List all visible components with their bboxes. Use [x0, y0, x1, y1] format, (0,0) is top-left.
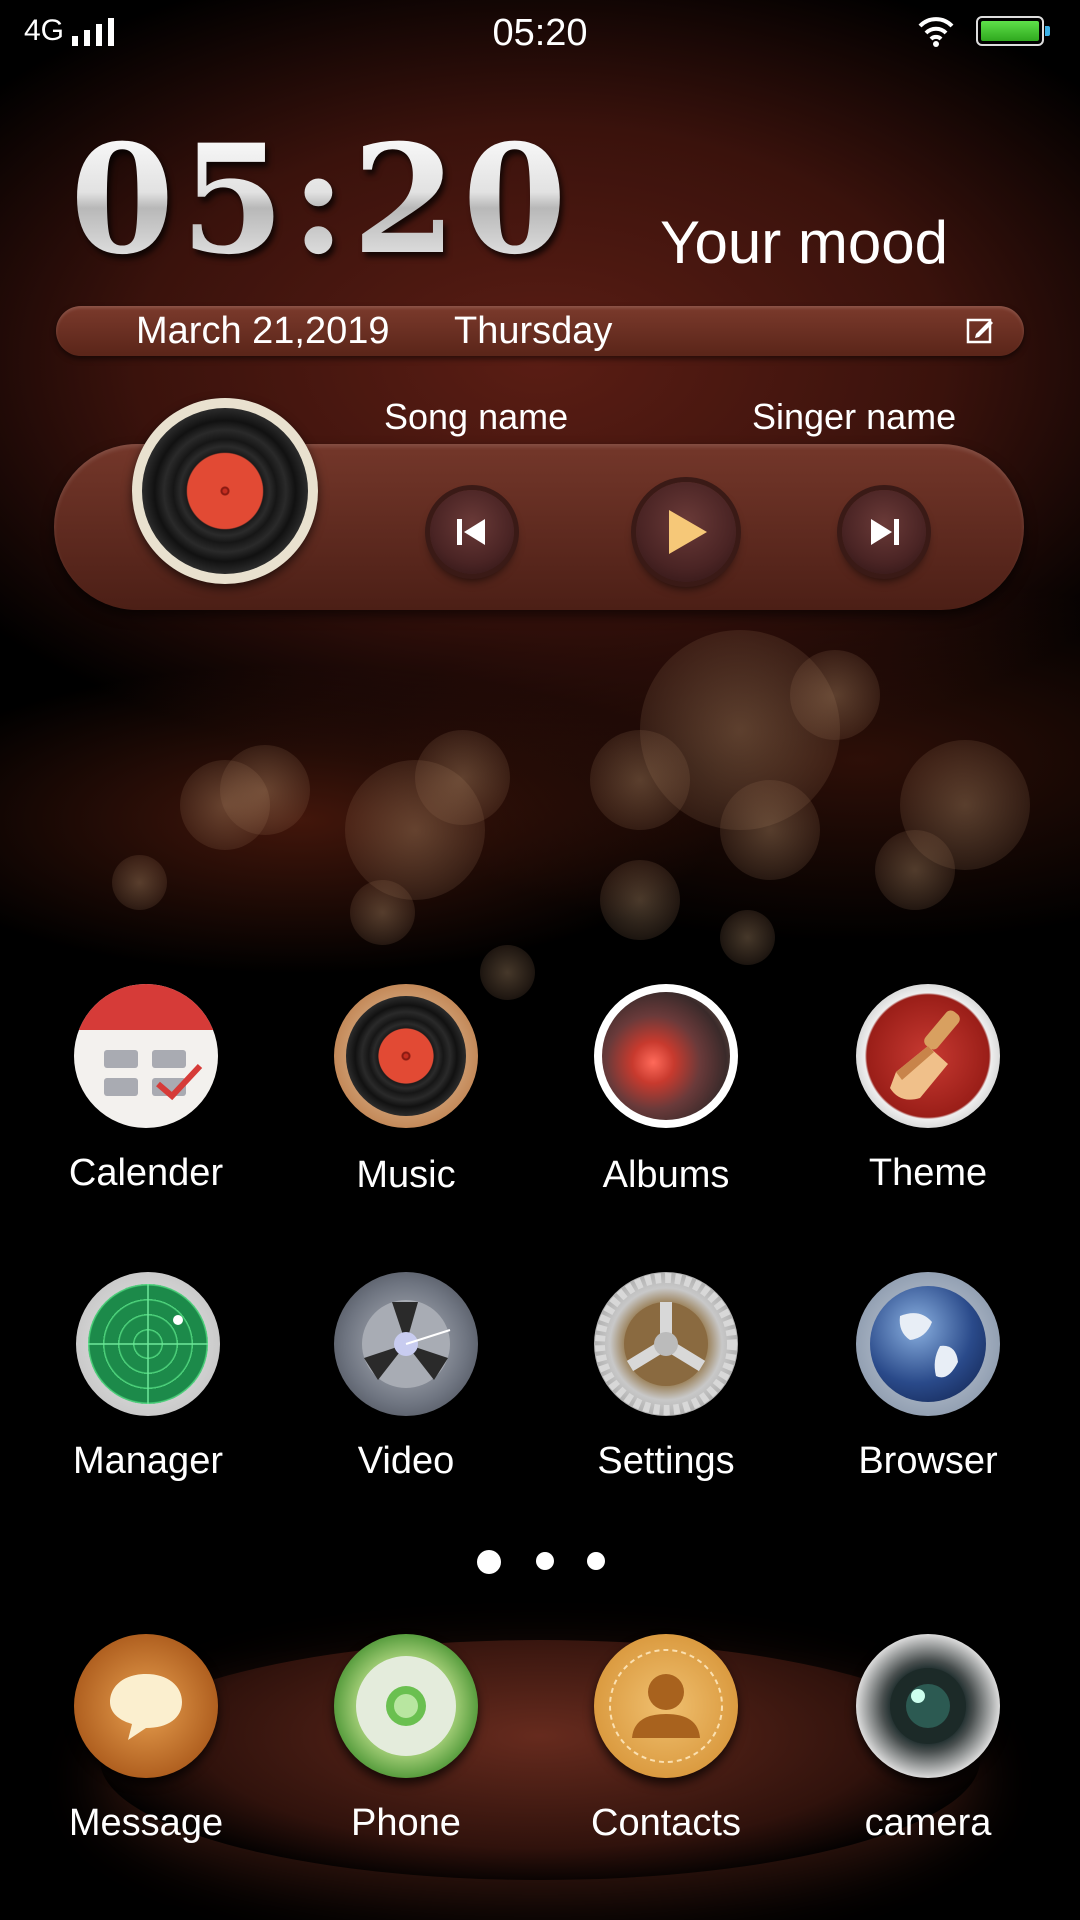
page-indicator[interactable]	[0, 1550, 1080, 1582]
bokeh-light	[415, 730, 510, 825]
app-calender[interactable]: Calender	[36, 984, 256, 1195]
app-browser[interactable]: Browser	[818, 1272, 1038, 1483]
song-name: Song name	[384, 396, 569, 437]
vinyl-record-icon[interactable]	[132, 398, 318, 584]
app-label: Music	[356, 1154, 456, 1196]
previous-track-button[interactable]	[430, 490, 514, 574]
app-label: Calender	[68, 1152, 224, 1194]
app-label: Theme	[868, 1152, 988, 1194]
person-icon	[594, 1634, 738, 1778]
app-message[interactable]: Message	[36, 1634, 256, 1845]
app-label: Manager	[73, 1440, 223, 1482]
app-phone[interactable]: Phone	[296, 1634, 516, 1845]
wallpaper	[0, 0, 1080, 1920]
bokeh-light	[720, 910, 775, 965]
app-camera[interactable]: camera	[818, 1634, 1038, 1845]
skip-forward-icon	[871, 519, 899, 545]
paintbrush-icon	[856, 984, 1000, 1128]
app-theme[interactable]: Theme	[818, 984, 1038, 1195]
bokeh-light	[790, 650, 880, 740]
date-text: March 21,2019	[136, 310, 390, 352]
app-label: Message	[68, 1802, 224, 1844]
page-dot[interactable]	[536, 1552, 554, 1570]
gear-icon	[594, 1272, 738, 1416]
music-icon	[334, 984, 478, 1128]
page-dot-active[interactable]	[477, 1550, 501, 1574]
clock-widget-time[interactable]: 05:20	[70, 120, 573, 280]
edit-icon[interactable]	[966, 316, 994, 344]
app-contacts[interactable]: Contacts	[556, 1634, 776, 1845]
page-dot[interactable]	[587, 1552, 605, 1570]
app-label: Browser	[858, 1440, 998, 1482]
mood-text[interactable]: Your mood	[660, 208, 948, 277]
play-button[interactable]	[636, 482, 736, 582]
date-bar: March 21,2019 Thursday	[56, 306, 1024, 356]
bokeh-light	[220, 745, 310, 835]
rotary-phone-icon	[334, 1634, 478, 1778]
weekday-text: Thursday	[454, 310, 613, 352]
wifi-icon	[918, 17, 954, 47]
app-settings[interactable]: Settings	[556, 1272, 776, 1483]
app-label: camera	[864, 1802, 992, 1844]
app-albums[interactable]: Albums	[556, 984, 776, 1197]
chat-bubble-icon	[74, 1634, 218, 1778]
radar-icon	[76, 1272, 220, 1416]
bokeh-light	[590, 730, 690, 830]
camera-lens-icon	[856, 1634, 1000, 1778]
skip-back-icon	[457, 519, 485, 545]
app-video[interactable]: Video	[296, 1272, 516, 1483]
app-label: Video	[357, 1440, 455, 1482]
calendar-icon	[74, 984, 218, 1128]
play-icon	[669, 510, 707, 554]
bokeh-light	[600, 860, 680, 940]
app-label: Settings	[597, 1440, 735, 1482]
battery-icon	[976, 16, 1050, 46]
app-label: Albums	[602, 1154, 730, 1196]
bokeh-light	[875, 830, 955, 910]
singer-name: Singer name	[752, 396, 957, 437]
bokeh-light	[350, 880, 415, 945]
bokeh-light	[112, 855, 167, 910]
bokeh-light	[720, 780, 820, 880]
app-label: Phone	[351, 1802, 461, 1844]
status-bar: 4G 05:20	[0, 0, 1080, 66]
app-music[interactable]: Music	[296, 984, 516, 1197]
app-manager[interactable]: Manager	[38, 1272, 258, 1483]
app-label: Contacts	[591, 1802, 741, 1844]
next-track-button[interactable]	[842, 490, 926, 574]
albums-icon	[594, 984, 738, 1128]
globe-icon	[856, 1272, 1000, 1416]
film-reel-icon	[334, 1272, 478, 1416]
